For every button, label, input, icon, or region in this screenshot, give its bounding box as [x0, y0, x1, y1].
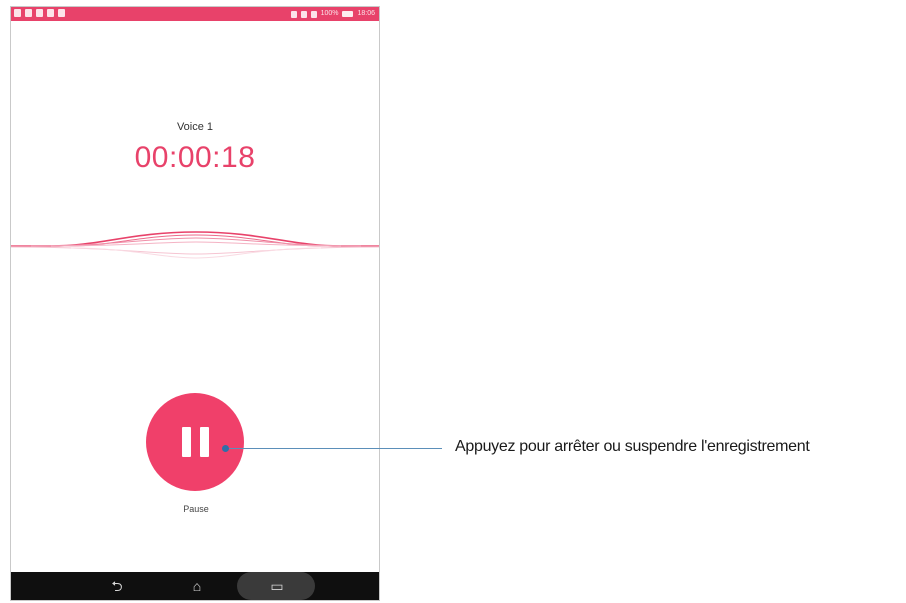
recent-apps-icon[interactable]: ▭ — [267, 576, 287, 596]
notification-icon — [47, 9, 54, 17]
wifi-icon — [300, 10, 307, 18]
tablet-screen: 100% 18:06 Voice 1 00:00:18 Pause ⮌ ⌂ ▭ — [10, 6, 380, 601]
back-icon[interactable]: ⮌ — [107, 576, 127, 596]
pause-bar-left — [182, 427, 191, 457]
home-icon[interactable]: ⌂ — [187, 576, 207, 596]
callout-dot — [222, 445, 229, 452]
notification-icon — [36, 9, 43, 17]
signal-icon — [310, 10, 317, 18]
callout-line — [226, 448, 442, 449]
notification-icon — [25, 9, 32, 17]
notification-icon — [58, 9, 65, 17]
pause-button[interactable] — [146, 393, 244, 491]
waveform — [11, 231, 379, 259]
pause-bar-right — [200, 427, 209, 457]
waveform-line — [11, 234, 379, 247]
battery-icon — [342, 11, 354, 17]
notification-icons — [14, 9, 65, 17]
pause-label: Pause — [183, 504, 209, 514]
status-bar: 100% 18:06 — [11, 7, 379, 21]
waveform-line — [11, 246, 379, 255]
notification-icon — [14, 9, 21, 17]
bluetooth-icon — [290, 10, 297, 18]
status-clock: 18:06 — [357, 10, 375, 17]
callout-text: Appuyez pour arrêter ou suspendre l'enre… — [455, 438, 810, 455]
recording-timer: 00:00:18 — [134, 141, 256, 174]
waveform-line — [11, 231, 379, 247]
navigation-bar: ⮌ ⌂ ▭ — [11, 572, 379, 600]
battery-percent: 100% — [320, 10, 339, 17]
waveform-line — [70, 247, 322, 259]
manual-page: 100% 18:06 Voice 1 00:00:18 Pause ⮌ ⌂ ▭ … — [0, 0, 906, 603]
recording-title: Voice 1 — [176, 121, 214, 133]
pause-icon — [182, 427, 210, 457]
system-icons: 100% 18:06 — [290, 8, 375, 20]
